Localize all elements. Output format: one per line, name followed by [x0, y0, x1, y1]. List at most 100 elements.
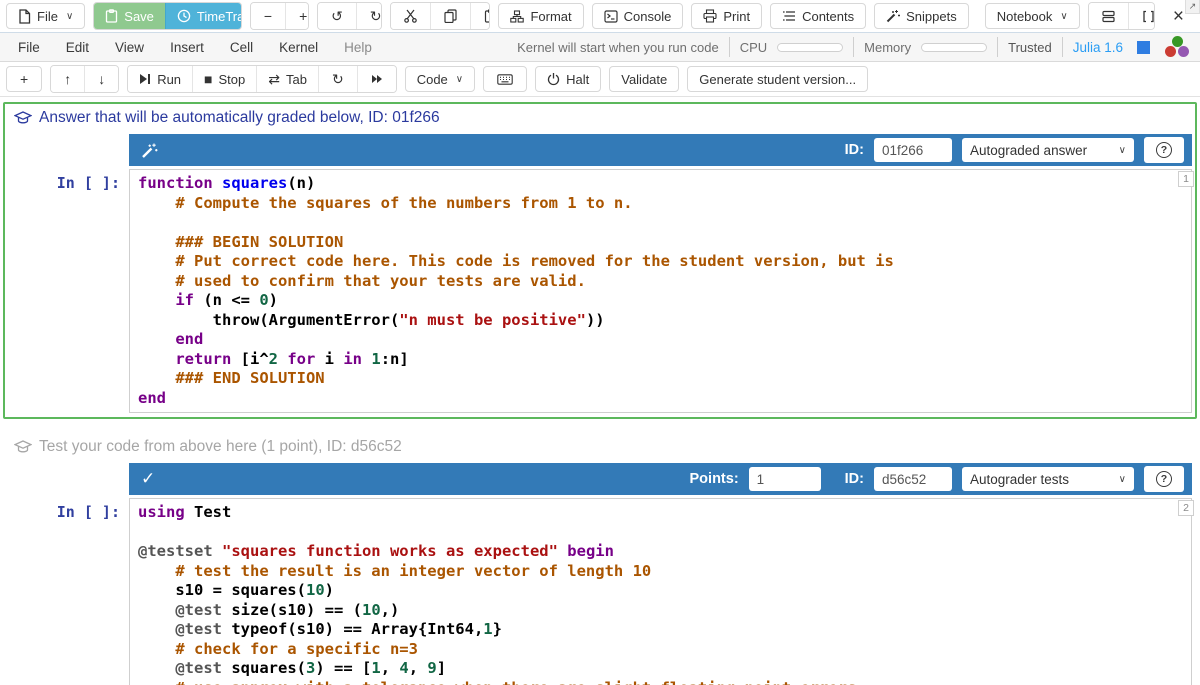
- plus-icon: +: [299, 9, 307, 23]
- cpu-label: CPU: [740, 40, 767, 55]
- copy-button[interactable]: [430, 3, 470, 29]
- paste-button[interactable]: [470, 3, 490, 29]
- id-label: ID:: [845, 471, 864, 487]
- split-layout-icon: [1102, 10, 1115, 23]
- copy-icon: [444, 9, 457, 23]
- kernel-busy-indicator: [1137, 41, 1150, 54]
- input-prompt: In [ ]:: [8, 498, 129, 685]
- move-cell-up-button[interactable]: ↑: [51, 66, 84, 92]
- validate-button[interactable]: Validate: [609, 66, 679, 92]
- cell-index-badge: 2: [1178, 500, 1194, 516]
- menu-item-file[interactable]: File: [18, 40, 40, 55]
- undo-icon: ↺: [331, 9, 343, 23]
- menu-item-cell[interactable]: Cell: [230, 40, 253, 55]
- graduation-cap-icon: [14, 111, 32, 125]
- redo-button[interactable]: ↻: [356, 3, 382, 29]
- menu-item-insert[interactable]: Insert: [170, 40, 204, 55]
- cell-actions-toolbar: + ↑ ↓ Run ■ Stop ⇄ Tab ↻ Code ∨ Halt Val…: [0, 62, 1200, 97]
- menu-item-kernel[interactable]: Kernel: [279, 40, 318, 55]
- tab-button[interactable]: ⇄ Tab: [256, 66, 318, 92]
- cell-id-input[interactable]: [874, 138, 952, 162]
- menu-item-view[interactable]: View: [115, 40, 144, 55]
- shrink-cell-button[interactable]: −: [251, 3, 285, 29]
- keyboard-shortcuts-button[interactable]: [483, 66, 527, 92]
- cell-type-dropdown[interactable]: Code ∨: [405, 66, 475, 92]
- fast-forward-icon: [371, 73, 383, 85]
- save-icon: [105, 9, 118, 23]
- chevron-down-icon: ∨: [66, 11, 73, 22]
- undo-button[interactable]: ↺: [318, 3, 356, 29]
- split-layout-button[interactable]: [1089, 3, 1128, 29]
- restart-kernel-button[interactable]: ↻: [318, 66, 357, 92]
- redo-icon: ↻: [370, 9, 382, 23]
- nbgrader-heading: Answer that will be automatically graded…: [8, 106, 1192, 134]
- code-editor[interactable]: function squares(n) # Compute the square…: [129, 169, 1192, 413]
- help-button[interactable]: ?: [1144, 466, 1184, 492]
- keyboard-icon: [497, 74, 513, 85]
- stop-button[interactable]: ■ Stop: [192, 66, 256, 92]
- menu-item-edit[interactable]: Edit: [66, 40, 89, 55]
- restart-icon: ↻: [332, 72, 344, 86]
- kernel-name[interactable]: Julia 1.6: [1073, 40, 1123, 55]
- add-cell-button[interactable]: +: [6, 66, 42, 92]
- clock-icon: [177, 9, 191, 23]
- restart-run-all-button[interactable]: [357, 66, 396, 92]
- run-button[interactable]: Run: [128, 66, 192, 92]
- nbgrader-toolbar: ID: Autograded answer ∨ ?: [129, 134, 1192, 166]
- snippets-button[interactable]: Snippets: [874, 3, 969, 29]
- expand-icon: ↗: [1185, 0, 1200, 14]
- notebook-menu-button[interactable]: Notebook ∨: [985, 3, 1080, 29]
- status-bar: Kernel will start when you run code CPU …: [517, 36, 1190, 58]
- code-editor[interactable]: using Test@testset "squares function wor…: [129, 498, 1192, 685]
- help-icon: ?: [1156, 471, 1172, 487]
- code-cell-answer[interactable]: Answer that will be automatically graded…: [3, 102, 1197, 419]
- memory-meter: [921, 43, 987, 52]
- memory-label: Memory: [864, 40, 911, 55]
- arrow-down-icon: ↓: [98, 72, 105, 86]
- cell-index-badge: 1: [1178, 171, 1194, 187]
- help-button[interactable]: ?: [1144, 137, 1184, 163]
- run-icon: [139, 73, 151, 85]
- julia-logo-icon: [1164, 36, 1190, 58]
- cell-type-select[interactable]: Autograded answer ∨: [962, 138, 1134, 162]
- contents-button[interactable]: Contents: [770, 3, 866, 29]
- save-button[interactable]: Save: [94, 3, 165, 29]
- move-cell-down-button[interactable]: ↓: [84, 66, 118, 92]
- print-icon: [703, 9, 717, 23]
- timetravel-button[interactable]: TimeTravel: [165, 3, 242, 29]
- cut-button[interactable]: [391, 3, 430, 29]
- cpu-meter: [777, 43, 843, 52]
- chevron-down-icon: ∨: [1119, 145, 1126, 156]
- magic-wand-icon: [886, 9, 900, 23]
- chevron-down-icon: ∨: [1119, 474, 1126, 485]
- graduation-cap-icon: [14, 440, 32, 454]
- plus-icon: +: [20, 72, 28, 86]
- close-button[interactable]: × ↗: [1163, 3, 1194, 29]
- document-icon: [18, 9, 31, 24]
- trusted-badge: Trusted: [1008, 40, 1052, 55]
- format-button[interactable]: Format: [498, 3, 583, 29]
- id-label: ID:: [845, 142, 864, 158]
- nbgrader-heading: Test your code from above here (1 point)…: [8, 435, 1192, 463]
- grow-cell-button[interactable]: +: [285, 3, 309, 29]
- console-icon: [604, 10, 618, 23]
- halt-button[interactable]: Halt: [535, 66, 601, 92]
- top-toolbar: File ∨ Save TimeTravel − + ↺ ↻ Format: [0, 0, 1200, 33]
- help-icon: ?: [1156, 142, 1172, 158]
- cell-type-select[interactable]: Autograder tests ∨: [962, 467, 1134, 491]
- points-input[interactable]: [749, 467, 821, 491]
- print-button[interactable]: Print: [691, 3, 762, 29]
- brackets-layout-button[interactable]: [1128, 3, 1155, 29]
- notebook-area: Answer that will be automatically graded…: [0, 97, 1200, 685]
- cell-id-input[interactable]: [874, 467, 952, 491]
- nbgrader-toolbar: ✓ Points: ID: Autograder tests ∨ ?: [129, 463, 1192, 495]
- nbgrader-heading-text: Answer that will be automatically graded…: [39, 109, 440, 127]
- close-icon: ×: [1173, 7, 1184, 26]
- contents-icon: [782, 10, 796, 22]
- menu-item-help[interactable]: Help: [344, 40, 372, 55]
- code-cell-tests[interactable]: Test your code from above here (1 point)…: [3, 431, 1197, 685]
- generate-student-version-button[interactable]: Generate student version...: [687, 66, 868, 92]
- file-menu-button[interactable]: File ∨: [6, 3, 85, 29]
- paste-icon: [484, 9, 490, 23]
- console-button[interactable]: Console: [592, 3, 684, 29]
